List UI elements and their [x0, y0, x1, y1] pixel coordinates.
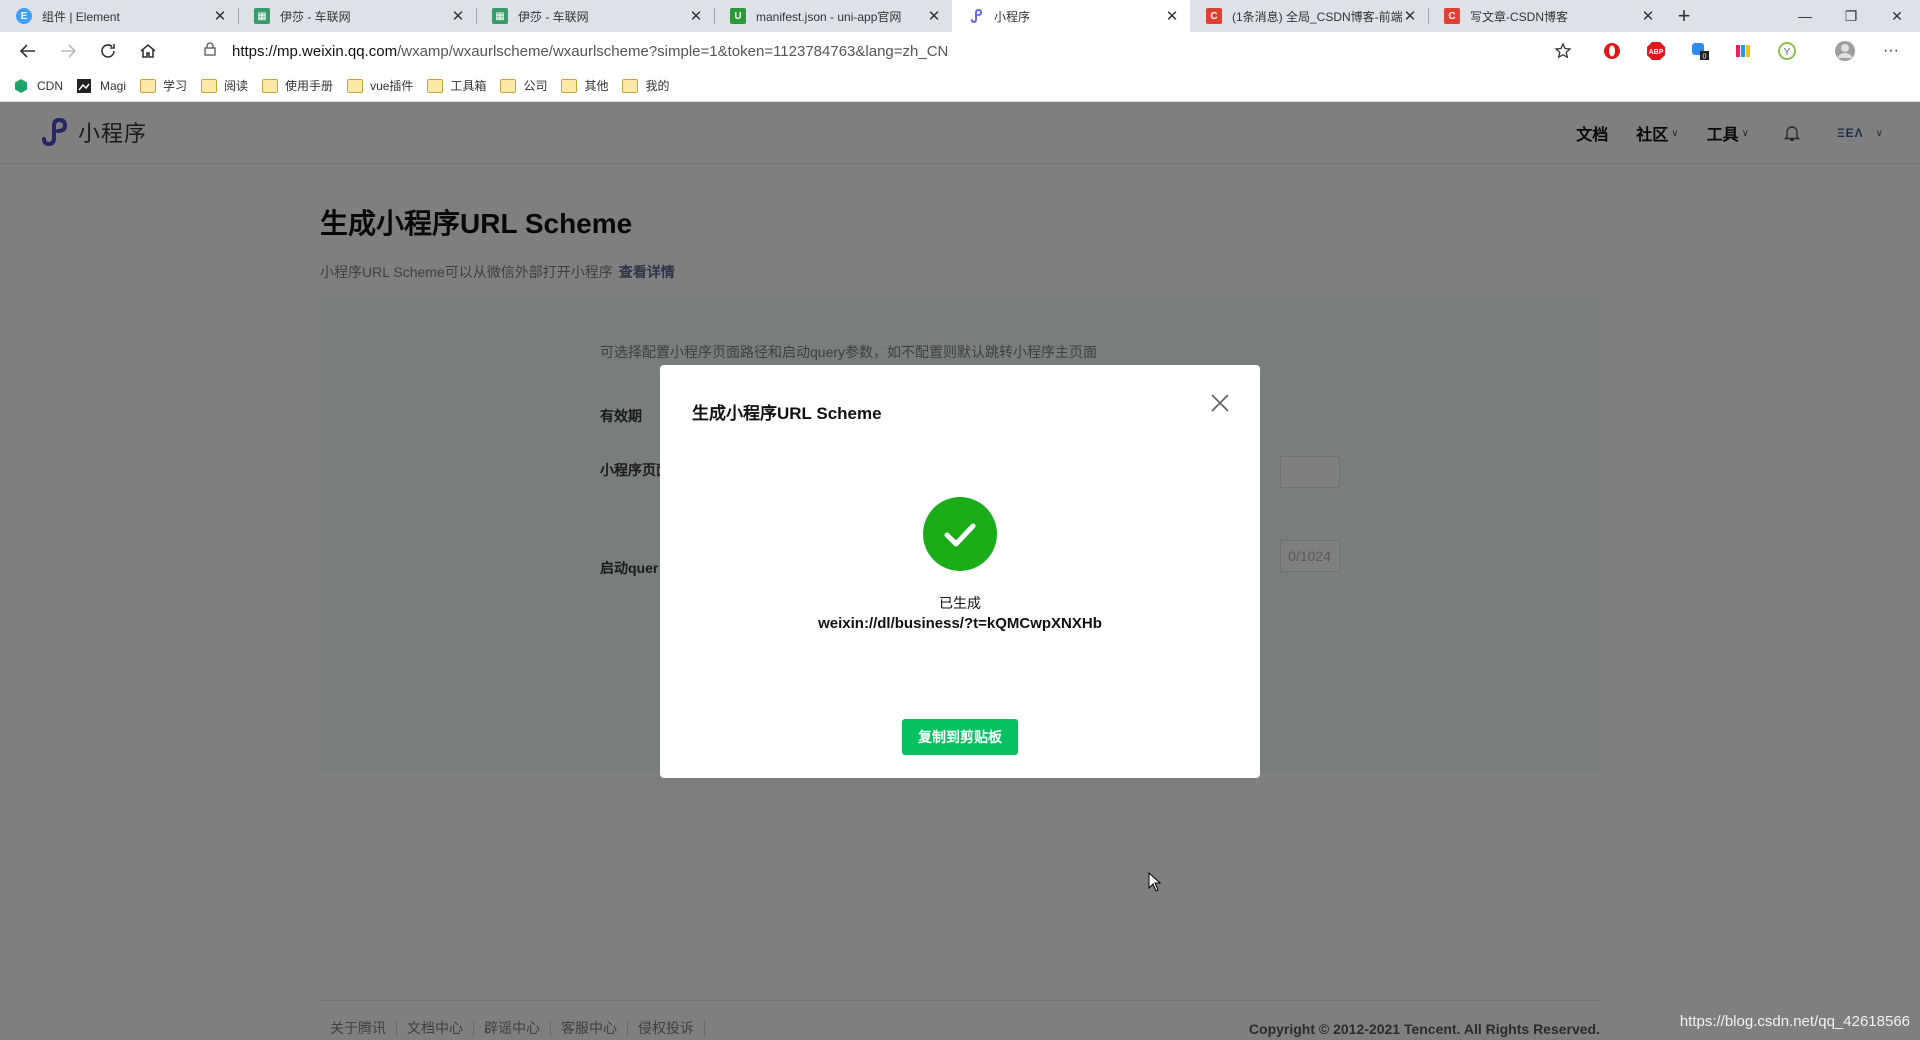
bookmark-folder[interactable]: 学习	[140, 77, 187, 94]
bookmark-label: 阅读	[224, 79, 249, 93]
adblock-extension-icon[interactable]: ABP	[1641, 36, 1671, 66]
browser-tab[interactable]: ▦ 伊莎 - 车联网 ✕	[476, 0, 714, 32]
more-menu-icon[interactable]: ···	[1876, 36, 1906, 66]
tab-title: 组件 | Element	[42, 9, 120, 24]
browser-tab-bar: E 组件 | Element ✕ ▦ 伊莎 - 车联网 ✕ ▦ 伊莎 - 车联网…	[0, 0, 1920, 32]
home-icon	[140, 43, 156, 58]
bookmark-label: 使用手册	[285, 79, 334, 93]
profile-avatar-icon[interactable]	[1830, 36, 1860, 66]
element-icon: E	[16, 8, 32, 24]
browser-tab[interactable]: C 写文章-CSDN博客 ✕	[1428, 0, 1666, 32]
svg-text:Y: Y	[1784, 47, 1791, 58]
csdn-icon: C	[1206, 8, 1222, 24]
color-extension-icon[interactable]	[1728, 36, 1758, 66]
tab-title: 伊莎 - 车联网	[518, 9, 589, 24]
grid-icon: ▦	[492, 8, 508, 24]
bookmark-folder[interactable]: 工具箱	[427, 77, 486, 94]
bookmark-label: vue插件	[370, 79, 414, 93]
y-extension-icon[interactable]: Y	[1772, 36, 1802, 66]
close-icon[interactable]: ✕	[1640, 8, 1656, 25]
mouse-cursor-icon	[1148, 872, 1162, 892]
bookmark-label: 学习	[163, 79, 188, 93]
bookmark-folder[interactable]: 使用手册	[262, 77, 333, 94]
home-button[interactable]	[128, 32, 168, 70]
bookmark-label: 我的	[645, 79, 670, 93]
bookmarks-bar: CDN Magi 学习 阅读 使用手册 vue插件 工具箱 公司 其他 我的	[0, 70, 1920, 102]
folder-icon	[201, 78, 218, 93]
window-close-button[interactable]: ✕	[1874, 0, 1920, 32]
miniprogram-icon	[968, 8, 984, 24]
tab-title: manifest.json - uni-app官网	[756, 9, 902, 24]
minimize-button[interactable]: —	[1782, 0, 1828, 32]
restore-button[interactable]: ❐	[1828, 0, 1874, 32]
success-check-icon	[923, 497, 997, 571]
arrow-left-icon	[19, 44, 35, 58]
folder-icon	[500, 78, 517, 93]
close-icon[interactable]: ✕	[1402, 8, 1418, 25]
browser-tab[interactable]: E 组件 | Element ✕	[0, 0, 238, 32]
folder-icon	[262, 78, 279, 93]
folder-icon	[140, 78, 157, 93]
reload-button[interactable]	[88, 32, 128, 70]
close-icon[interactable]: ✕	[1164, 8, 1180, 25]
browser-toolbar: https://mp.weixin.qq.com/wxamp/wxaurlsch…	[0, 32, 1920, 70]
folder-icon	[427, 78, 444, 93]
browser-tab[interactable]: C (1条消息) 全局_CSDN博客-前端 ✕	[1190, 0, 1428, 32]
close-icon[interactable]	[1208, 391, 1232, 415]
browser-tab[interactable]: U manifest.json - uni-app官网 ✕	[714, 0, 952, 32]
browser-tab-active[interactable]: 小程序 ✕	[952, 0, 1190, 32]
url-path: /wxamp/wxaurlscheme/wxaurlscheme?simple=…	[397, 42, 949, 60]
extension-badge-icon[interactable]: 0	[1685, 36, 1715, 66]
folder-icon	[561, 78, 578, 93]
lock-icon	[204, 42, 218, 60]
copy-to-clipboard-button[interactable]: 复制到剪贴板	[902, 719, 1018, 755]
grid-icon: ▦	[254, 8, 270, 24]
tab-title: (1条消息) 全局_CSDN博客-前端	[1232, 9, 1402, 24]
url-scheme-dialog: 生成小程序URL Scheme 已生成 weixin://dl/business…	[660, 365, 1260, 778]
generated-scheme: weixin://dl/business/?t=kQMCwpXNXHb	[818, 615, 1102, 632]
folder-icon	[622, 78, 639, 93]
bookmark-label: 其他	[584, 79, 609, 93]
bookmark-folder[interactable]: 我的	[622, 77, 669, 94]
new-tab-button[interactable]: +	[1666, 0, 1702, 32]
csdn-icon: C	[1444, 8, 1460, 24]
cdn-icon	[15, 78, 27, 93]
tab-title: 伊莎 - 车联网	[280, 9, 351, 24]
window-controls: — ❐ ✕	[1782, 0, 1920, 32]
status-text: 已生成	[939, 595, 981, 611]
close-icon[interactable]: ✕	[688, 8, 704, 25]
bookmark-label: 工具箱	[450, 79, 487, 93]
dialog-title: 生成小程序URL Scheme	[692, 404, 882, 423]
bookmark-folder[interactable]: 其他	[561, 77, 608, 94]
bookmark-label: CDN	[37, 78, 63, 93]
favorite-star-icon[interactable]	[1554, 42, 1572, 64]
tab-title: 写文章-CSDN博客	[1470, 9, 1568, 24]
back-button[interactable]	[8, 32, 48, 70]
close-icon[interactable]: ✕	[212, 8, 228, 25]
reload-icon	[101, 44, 115, 58]
svg-text:ABP: ABP	[1649, 49, 1664, 56]
folder-icon	[347, 78, 364, 93]
bookmark-cdn[interactable]: CDN	[14, 78, 63, 93]
arrow-right-icon	[61, 44, 77, 58]
browser-tab[interactable]: ▦ 伊莎 - 车联网 ✕	[238, 0, 476, 32]
opera-extension-icon[interactable]	[1597, 36, 1627, 66]
svg-text:0: 0	[1703, 54, 1707, 61]
bookmark-label: 公司	[523, 79, 548, 93]
bookmark-folder[interactable]: vue插件	[347, 77, 413, 94]
bookmark-folder[interactable]: 公司	[500, 77, 547, 94]
bookmark-folder[interactable]: 阅读	[201, 77, 248, 94]
bookmark-magi[interactable]: Magi	[77, 78, 127, 93]
bookmark-label: Magi	[100, 78, 127, 93]
address-bar[interactable]: https://mp.weixin.qq.com/wxamp/wxaurlsch…	[190, 36, 1582, 66]
uniapp-icon: U	[730, 8, 746, 24]
url-host: https://mp.weixin.qq.com	[232, 42, 398, 60]
forward-button[interactable]	[48, 32, 88, 70]
magi-icon	[77, 78, 91, 93]
watermark: https://blog.csdn.net/qq_42618566	[1679, 1013, 1910, 1030]
close-icon[interactable]: ✕	[450, 8, 466, 25]
close-icon[interactable]: ✕	[926, 8, 942, 25]
tab-title: 小程序	[994, 9, 1031, 24]
